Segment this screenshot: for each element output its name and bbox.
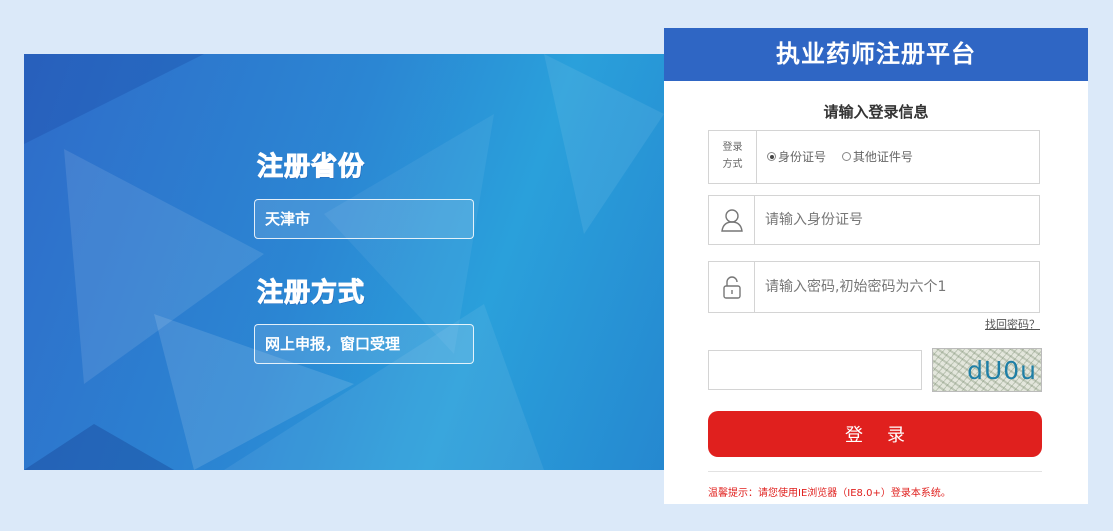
login-method-options: 身份证号 其他证件号 bbox=[767, 131, 925, 183]
login-title: 执业药师注册平台 bbox=[664, 28, 1088, 81]
radio-id-card[interactable]: 身份证号 bbox=[767, 150, 826, 164]
divider bbox=[708, 471, 1042, 472]
login-method-label: 登录 方式 bbox=[709, 131, 757, 183]
province-heading: 注册省份 bbox=[256, 152, 366, 183]
id-number-field bbox=[708, 195, 1040, 245]
login-subtitle: 请输入登录信息 bbox=[823, 103, 929, 121]
radio-checked-icon[interactable] bbox=[767, 152, 776, 161]
login-method-field: 登录 方式 身份证号 其他证件号 bbox=[708, 130, 1040, 184]
forgot-password-link[interactable]: 找回密码？ bbox=[985, 316, 1040, 332]
user-icon bbox=[709, 196, 755, 244]
lock-icon bbox=[709, 262, 755, 312]
radio-other-id[interactable]: 其他证件号 bbox=[841, 150, 913, 164]
method-value: 网上申报，窗口受理 bbox=[254, 324, 474, 364]
login-method-label-line1: 登录 bbox=[722, 142, 743, 153]
province-value: 天津市 bbox=[254, 199, 474, 239]
password-field bbox=[708, 261, 1040, 313]
captcha-image[interactable]: dU0u bbox=[932, 348, 1042, 392]
method-heading: 注册方式 bbox=[256, 278, 366, 309]
login-card: 执业药师注册平台 请输入登录信息 登录 方式 身份证号 其他证件号 请输入身份证… bbox=[664, 28, 1088, 504]
password-input[interactable] bbox=[765, 262, 1030, 312]
banner: 注册省份 天津市 注册方式 网上申报，窗口受理 bbox=[24, 54, 664, 470]
radio-other-id-label: 其他证件号 bbox=[852, 150, 913, 164]
banner-decoration bbox=[24, 54, 664, 470]
login-method-label-line2: 方式 bbox=[722, 159, 743, 170]
captcha-input[interactable] bbox=[708, 350, 922, 390]
login-button[interactable]: 登录 bbox=[708, 411, 1042, 457]
radio-id-card-label: 身份证号 bbox=[778, 150, 827, 164]
id-number-input[interactable] bbox=[765, 196, 1030, 244]
browser-tip: 温馨提示：请您使用IE浏览器（IE8.0+）登录本系统。 bbox=[708, 488, 951, 499]
radio-unchecked-icon[interactable] bbox=[841, 152, 851, 161]
captcha-text: dU0u bbox=[967, 355, 1037, 385]
